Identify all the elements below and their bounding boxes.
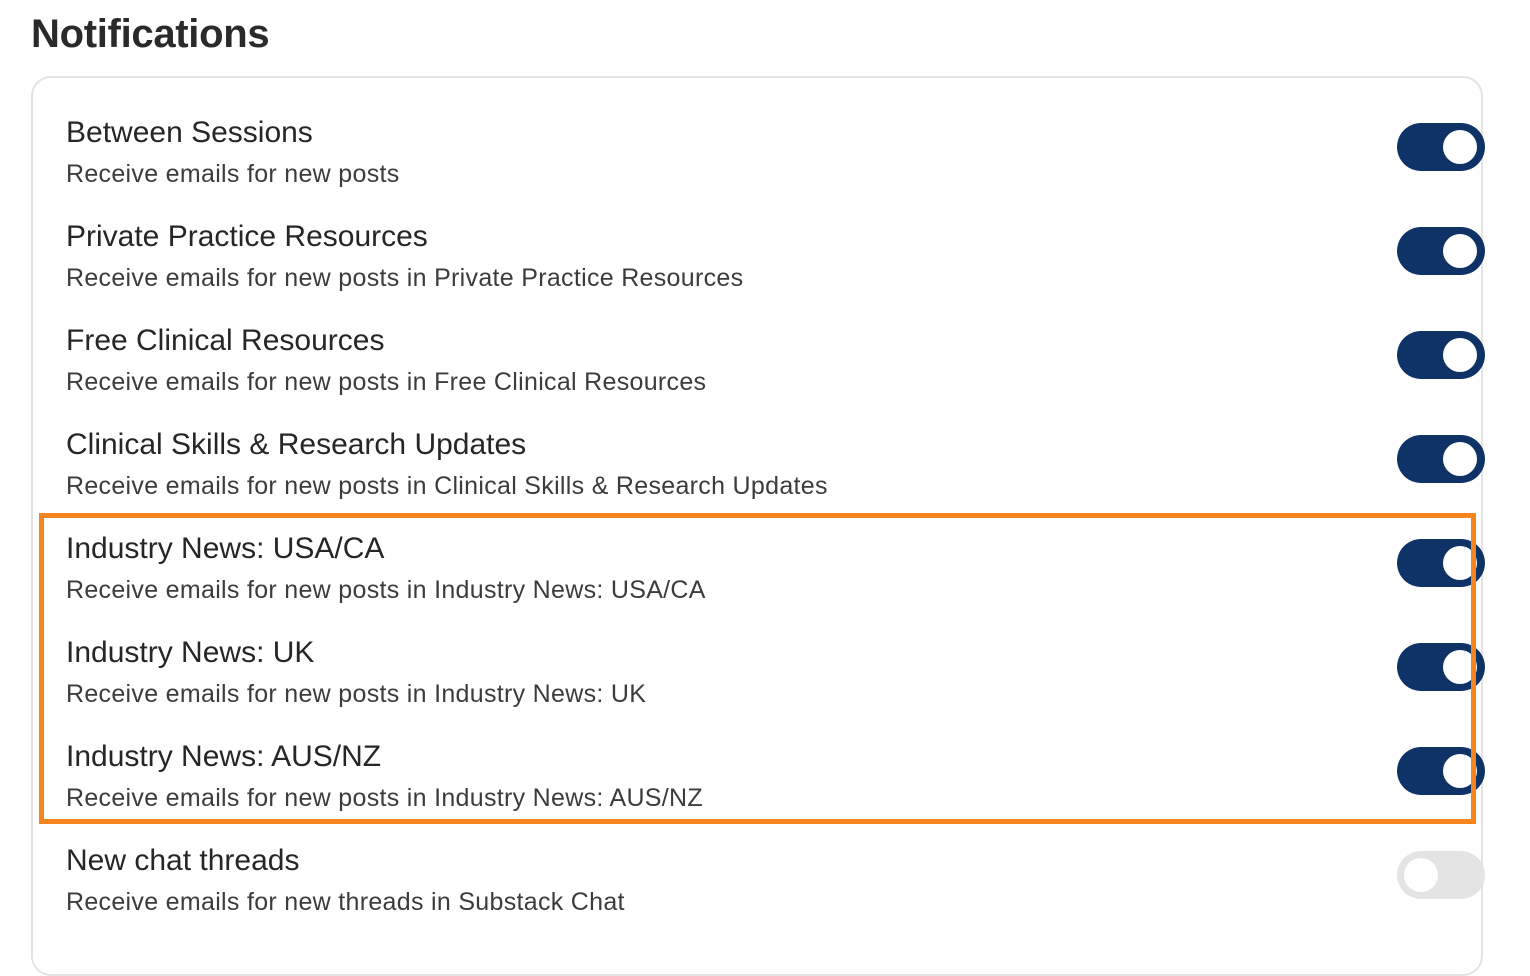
notification-description: Receive emails for new posts in Industry… [66,576,706,604]
notification-title: Industry News: AUS/NZ [66,740,382,773]
notification-row-industry-usa-ca: Industry News: USA/CA Receive emails for… [66,531,1485,635]
toggle-knob [1443,234,1477,268]
notification-row-industry-uk: Industry News: UK Receive emails for new… [66,635,1485,739]
notification-row-free-clinical: Free Clinical Resources Receive emails f… [66,323,1485,427]
notification-description: Receive emails for new threads in Substa… [66,888,625,916]
notification-row-industry-aus-nz: Industry News: AUS/NZ Receive emails for… [66,739,1485,843]
toggle-knob [1443,338,1477,372]
notifications-card: Between Sessions Receive emails for new … [31,76,1485,976]
clinical-skills-toggle[interactable] [1397,435,1485,483]
toggle-knob [1443,754,1477,788]
toggle-knob [1443,442,1477,476]
industry-uk-toggle[interactable] [1397,643,1485,691]
notification-title: Free Clinical Resources [66,324,385,357]
notification-title: New chat threads [66,844,300,877]
notification-title: Private Practice Resources [66,220,428,253]
industry-usa-ca-toggle[interactable] [1397,539,1485,587]
notification-row-between-sessions: Between Sessions Receive emails for new … [66,115,1485,219]
notification-description: Receive emails for new posts in Industry… [66,680,647,708]
toggle-knob [1443,130,1477,164]
notification-description: Receive emails for new posts [66,160,400,188]
notification-description: Receive emails for new posts in Private … [66,264,744,292]
toggle-knob [1443,650,1477,684]
notification-row-private-practice: Private Practice Resources Receive email… [66,219,1485,323]
industry-aus-nz-toggle[interactable] [1397,747,1485,795]
notification-description: Receive emails for new posts in Free Cli… [66,368,707,396]
notification-description: Receive emails for new posts in Clinical… [66,472,828,500]
notification-row-clinical-skills: Clinical Skills & Research Updates Recei… [66,427,1485,531]
toggle-knob [1404,858,1438,892]
free-clinical-toggle[interactable] [1397,331,1485,379]
toggle-knob [1443,546,1477,580]
notification-row-chat-threads: New chat threads Receive emails for new … [66,843,1485,947]
page-title: Notifications [31,12,270,56]
notification-title: Industry News: UK [66,636,315,669]
notification-description: Receive emails for new posts in Industry… [66,784,703,812]
notification-title: Clinical Skills & Research Updates [66,428,527,461]
notification-title: Between Sessions [66,116,313,149]
chat-threads-toggle[interactable] [1397,851,1485,899]
notification-title: Industry News: USA/CA [66,532,385,565]
between-sessions-toggle[interactable] [1397,123,1485,171]
private-practice-toggle[interactable] [1397,227,1485,275]
